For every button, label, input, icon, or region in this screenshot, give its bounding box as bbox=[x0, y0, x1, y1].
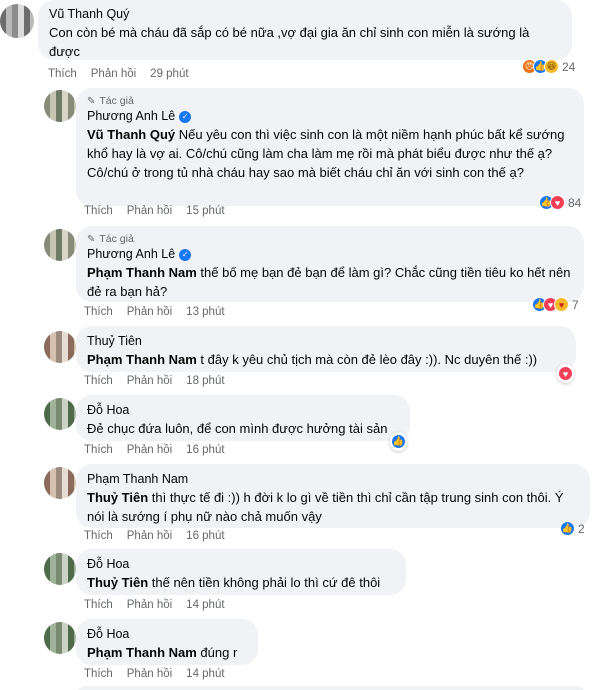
reaction-summary[interactable]: 👍 bbox=[390, 432, 407, 451]
reply-button[interactable]: Phản hồi bbox=[127, 205, 172, 217]
author-badge-label: Tác giả bbox=[99, 233, 134, 245]
comment-bubble: Đỗ Hoa Đẻ chục đứa luôn, để con mình đượ… bbox=[76, 395, 410, 441]
mention-link[interactable]: Thuỷ Tiên bbox=[87, 490, 148, 505]
comment-text: Thuỷ Tiên thì thực tế đi :)) h đời k lo … bbox=[87, 488, 579, 526]
timestamp[interactable]: 14 phút bbox=[186, 599, 224, 611]
verified-badge-icon: ✓ bbox=[179, 248, 192, 261]
reaction-count: 2 bbox=[578, 521, 585, 536]
like-icon: 👍 bbox=[391, 434, 406, 449]
comment-author[interactable]: Đỗ Hoa bbox=[87, 626, 247, 643]
comment-text: Con còn bé mà cháu đã sắp có bé nữa ,vợ … bbox=[49, 25, 530, 59]
comment-body: t đây k yêu chủ tịch mà còn đẻ lèo đây :… bbox=[196, 352, 538, 367]
pencil-icon: ✎ bbox=[87, 96, 96, 107]
comment-author[interactable]: Phạm Thanh Nam bbox=[87, 471, 579, 488]
comment-text: Phạm Thanh Nam thế bố mẹ bạn đẻ bạn để l… bbox=[87, 263, 573, 301]
mention-link[interactable]: Vũ Thanh Quý bbox=[87, 127, 175, 142]
timestamp[interactable]: 14 phút bbox=[186, 668, 224, 680]
mention-link[interactable]: Thuỷ Tiên bbox=[87, 575, 148, 590]
comment-body: thế nên tiền không phải lo thì cứ đê thô… bbox=[148, 575, 381, 590]
reaction-count: 84 bbox=[568, 195, 582, 210]
like-button[interactable]: Thích bbox=[84, 668, 113, 680]
comment-text: Đẻ chục đứa luôn, để con mình được hưởng… bbox=[87, 421, 388, 436]
reply-button[interactable]: Phản hồi bbox=[127, 530, 172, 542]
avatar[interactable] bbox=[44, 90, 76, 122]
comment-bubble: Phạm Thanh Nam Thuỷ Tiên thì thực tế đi … bbox=[76, 464, 590, 528]
like-button[interactable]: Thích bbox=[84, 599, 113, 611]
avatar[interactable] bbox=[44, 467, 76, 499]
reaction-count: 24 bbox=[562, 59, 576, 74]
comment-text: Phạm Thanh Nam đúng r bbox=[87, 643, 247, 662]
avatar[interactable] bbox=[0, 4, 34, 38]
comment-actions: Thích Phản hồi 18 phút bbox=[84, 375, 225, 387]
mention-link[interactable]: Phạm Thanh Nam bbox=[87, 265, 197, 280]
comment-author[interactable]: Đỗ Hoa bbox=[87, 556, 395, 573]
like-button[interactable]: Thích bbox=[84, 530, 113, 542]
comment-bubble: Vũ Thanh Quý Con còn bé mà cháu đã sắp c… bbox=[38, 0, 572, 60]
reply-button[interactable]: Phản hồi bbox=[127, 668, 172, 680]
comment-actions: Thích Phản hồi 13 phút bbox=[84, 306, 225, 318]
reaction-summary[interactable]: 😠 👍 😆 24 bbox=[520, 57, 578, 76]
comment-text: Vũ Thanh Quý Nếu yêu con thì việc sinh c… bbox=[87, 125, 573, 182]
comment-text: Phạm Thanh Nam t đây k yêu chủ tịch mà c… bbox=[87, 350, 565, 369]
comment-actions: Thích Phản hồi 14 phút bbox=[84, 668, 225, 680]
comment-bubble: ✎ Tác giả Phương Anh Lê ✓ Vũ Thanh Quý N… bbox=[76, 88, 584, 206]
mention-link[interactable]: Phạm Thanh Nam bbox=[87, 645, 197, 660]
haha-icon: 😆 bbox=[544, 59, 559, 74]
pencil-icon: ✎ bbox=[87, 234, 96, 245]
comment-bubble: Đỗ Hoa Thuỷ Tiên thế nên tiền không phải… bbox=[76, 549, 406, 595]
timestamp[interactable]: 18 phút bbox=[186, 375, 224, 387]
like-button[interactable]: Thích bbox=[84, 375, 113, 387]
author-badge: ✎ Tác giả bbox=[87, 95, 573, 108]
love-icon: ♥ bbox=[550, 195, 565, 210]
comment-body: thì thực tế đi :)) h đời k lo gì về tiền… bbox=[87, 490, 564, 524]
reply-button[interactable]: Phản hồi bbox=[91, 68, 136, 80]
avatar[interactable] bbox=[44, 553, 76, 585]
avatar[interactable] bbox=[44, 398, 76, 430]
comment-author[interactable]: Phương Anh Lê bbox=[87, 108, 175, 125]
comment-author[interactable]: Thuỷ Tiên bbox=[87, 333, 565, 350]
reply-button[interactable]: Phản hồi bbox=[127, 599, 172, 611]
timestamp[interactable]: 15 phút bbox=[186, 205, 224, 217]
timestamp[interactable]: 13 phút bbox=[186, 306, 224, 318]
avatar[interactable] bbox=[44, 229, 76, 261]
like-button[interactable]: Thích bbox=[84, 205, 113, 217]
comment-actions: Thích Phản hồi 16 phút bbox=[84, 530, 225, 542]
author-badge-label: Tác giả bbox=[99, 95, 134, 107]
reply-button[interactable]: Phản hồi bbox=[127, 306, 172, 318]
reaction-count: 7 bbox=[572, 297, 579, 312]
like-icon: 👍 bbox=[560, 521, 575, 536]
love-icon: ♥ bbox=[558, 366, 573, 381]
comment-bubble-partial bbox=[76, 686, 586, 690]
like-button[interactable]: Thích bbox=[84, 444, 113, 456]
comment-actions: Thích Phản hồi 16 phút bbox=[84, 444, 225, 456]
timestamp[interactable]: 16 phút bbox=[186, 444, 224, 456]
comment-actions: Thích Phản hồi 29 phút bbox=[48, 68, 189, 80]
timestamp[interactable]: 16 phút bbox=[186, 530, 224, 542]
like-button[interactable]: Thích bbox=[48, 68, 77, 80]
care-icon: ♥ bbox=[554, 297, 569, 312]
reaction-summary[interactable]: 👍 ♥ ♥ 7 bbox=[530, 295, 582, 314]
comment-bubble: Đỗ Hoa Phạm Thanh Nam đúng r bbox=[76, 619, 258, 665]
timestamp[interactable]: 29 phút bbox=[150, 68, 188, 80]
comment-bubble: Thuỷ Tiên Phạm Thanh Nam t đây k yêu chủ… bbox=[76, 326, 576, 372]
comment-actions: Thích Phản hồi 15 phút bbox=[84, 205, 225, 217]
reaction-summary[interactable]: ♥ bbox=[557, 364, 574, 383]
reply-button[interactable]: Phản hồi bbox=[127, 444, 172, 456]
avatar[interactable] bbox=[44, 622, 76, 654]
comment-author[interactable]: Phương Anh Lê bbox=[87, 246, 175, 263]
reaction-summary[interactable]: 👍 2 bbox=[558, 519, 588, 538]
author-badge: ✎ Tác giả bbox=[87, 233, 573, 246]
verified-badge-icon: ✓ bbox=[179, 110, 192, 123]
like-button[interactable]: Thích bbox=[84, 306, 113, 318]
comment-actions: Thích Phản hồi 14 phút bbox=[84, 599, 225, 611]
comment-author[interactable]: Vũ Thanh Quý bbox=[49, 6, 561, 23]
mention-link[interactable]: Phạm Thanh Nam bbox=[87, 352, 197, 367]
comment-bubble: ✎ Tác giả Phương Anh Lê ✓ Phạm Thanh Nam… bbox=[76, 226, 584, 302]
reply-button[interactable]: Phản hồi bbox=[127, 375, 172, 387]
avatar[interactable] bbox=[44, 331, 76, 363]
comment-body: đúng r bbox=[196, 645, 238, 660]
comment-text: Thuỷ Tiên thế nên tiền không phải lo thì… bbox=[87, 573, 395, 592]
comment-author[interactable]: Đỗ Hoa bbox=[87, 402, 399, 419]
reaction-summary[interactable]: 👍 ♥ 84 bbox=[537, 193, 584, 212]
